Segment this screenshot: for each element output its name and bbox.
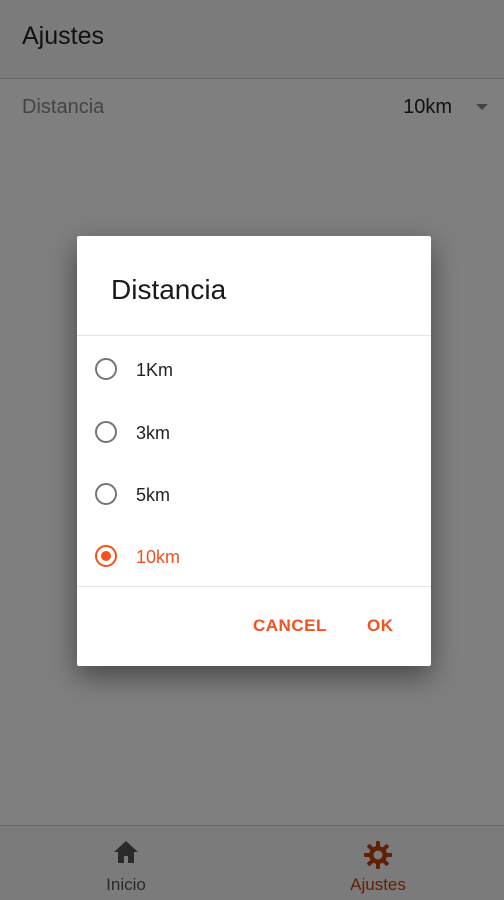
radio-option-5km[interactable]: 5km bbox=[77, 469, 431, 521]
ok-button[interactable]: OK bbox=[367, 604, 394, 648]
distance-dialog: Distancia 1Km 3km 5km 10km CANCEL OK bbox=[77, 236, 431, 666]
radio-button-icon[interactable] bbox=[95, 358, 117, 380]
radio-option-10km[interactable]: 10km bbox=[77, 531, 431, 583]
radio-option-label: 10km bbox=[136, 547, 181, 567]
cancel-button[interactable]: CANCEL bbox=[253, 604, 327, 648]
radio-option-3km[interactable]: 3km bbox=[77, 407, 431, 459]
radio-option-label: 5km bbox=[136, 485, 171, 505]
radio-button-icon[interactable] bbox=[95, 421, 117, 443]
dialog-title: Distancia bbox=[111, 274, 227, 305]
radio-option-1km[interactable]: 1Km bbox=[77, 344, 431, 396]
radio-button-icon[interactable] bbox=[95, 483, 117, 505]
radio-option-label: 3km bbox=[136, 423, 171, 443]
dialog-divider-top bbox=[77, 335, 431, 336]
radio-option-label: 1Km bbox=[136, 360, 174, 380]
dialog-divider-bottom bbox=[77, 586, 431, 587]
radio-button-selected-icon[interactable] bbox=[95, 545, 117, 567]
